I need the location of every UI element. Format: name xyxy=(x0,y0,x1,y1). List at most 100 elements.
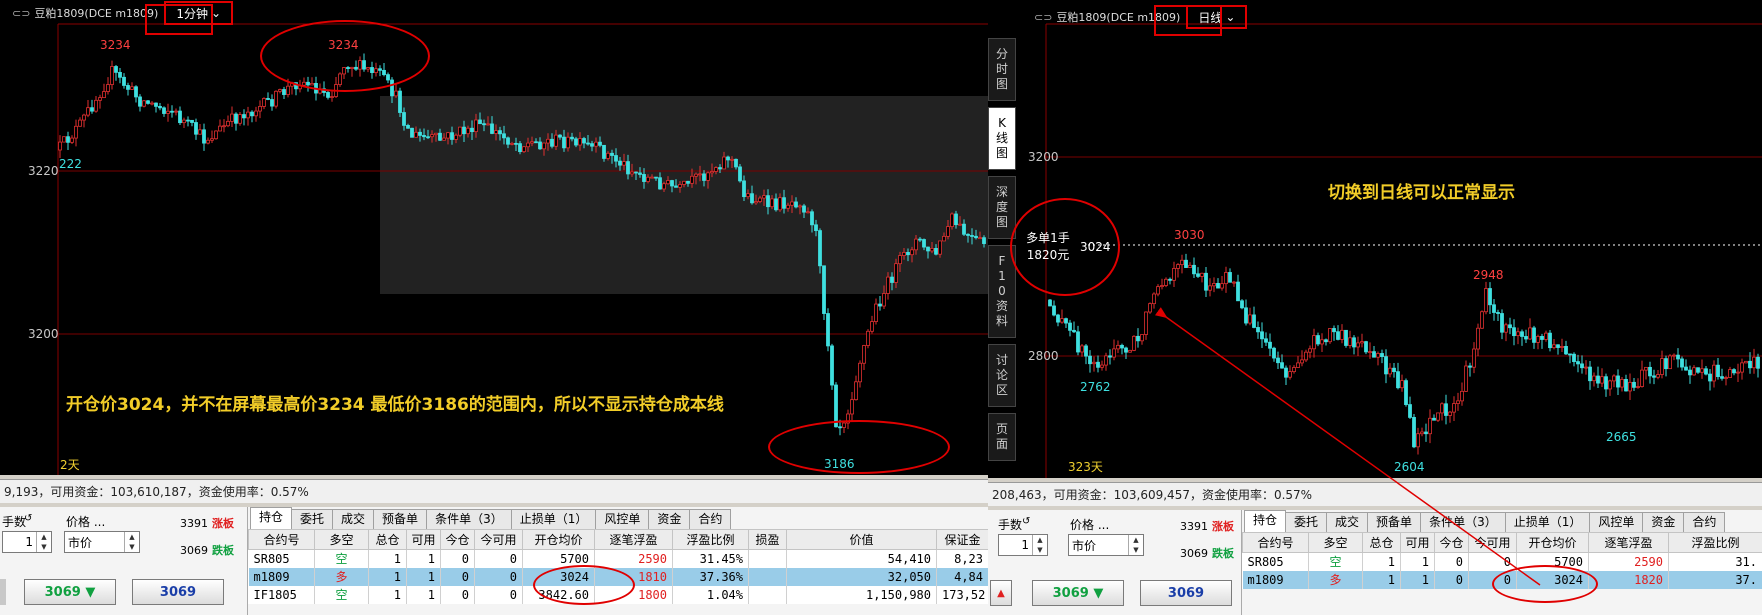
side-tab-0[interactable]: 分时图 xyxy=(988,38,1016,101)
buy-button[interactable]: 3069 xyxy=(132,579,224,605)
spin-arrows-icon[interactable]: ▲ ▼ xyxy=(1128,535,1143,555)
column-header[interactable]: 浮盈比例 xyxy=(672,529,749,550)
tab-8[interactable]: 合约 xyxy=(689,509,732,529)
tab-3[interactable]: 预备单 xyxy=(1367,512,1422,532)
column-header[interactable]: 总仓 xyxy=(1362,532,1401,553)
candle-body xyxy=(514,142,518,145)
candle-body xyxy=(342,67,346,75)
tab-4[interactable]: 条件单（3） xyxy=(1420,512,1506,532)
spin-arrows-icon[interactable]: ▲ ▼ xyxy=(124,532,139,552)
side-tab-2[interactable]: 深度图 xyxy=(988,176,1016,239)
column-header[interactable]: 今仓 xyxy=(1434,532,1469,553)
column-header[interactable]: 浮盈比例 xyxy=(1668,532,1762,553)
column-header[interactable]: 开仓均价 xyxy=(522,529,595,550)
candle-body xyxy=(218,125,222,132)
tab-8[interactable]: 合约 xyxy=(1683,512,1726,532)
qty-stepper[interactable]: 1 ▲ ▼ xyxy=(2,531,52,553)
tab-1[interactable]: 委托 xyxy=(1285,512,1328,532)
price-type-select[interactable]: 市价 ▲ ▼ xyxy=(1068,534,1144,556)
spin-arrows-icon[interactable]: ▲ ▼ xyxy=(1032,535,1047,555)
column-header[interactable]: 损盈 xyxy=(748,529,787,550)
table-row[interactable]: SR805 空 1 1 0 0 5700 2590 31.45% 54,410 8,23 xyxy=(248,549,988,568)
candle-body xyxy=(1124,347,1128,353)
tab-7[interactable]: 资金 xyxy=(648,509,691,529)
tab-6[interactable]: 风控单 xyxy=(595,509,650,529)
period-selector[interactable]: 日线 ⌄ xyxy=(1186,5,1248,29)
column-header[interactable]: 今仓 xyxy=(440,529,475,550)
column-header[interactable]: 价值 xyxy=(786,529,937,550)
table-cell: 37. xyxy=(1668,570,1762,589)
candle-body xyxy=(1060,318,1064,323)
side-tab-5[interactable]: 页面 xyxy=(988,413,1016,461)
tab-0[interactable]: 持仓 xyxy=(250,507,293,529)
candle-body xyxy=(494,130,498,134)
table-row[interactable]: SR805 空 1 1 0 0 5700 2590 31. xyxy=(1242,552,1762,571)
candle-body xyxy=(258,105,262,112)
buy-button[interactable]: 3069 xyxy=(1140,580,1232,606)
tab-1[interactable]: 委托 xyxy=(291,509,334,529)
candle-body xyxy=(298,84,302,90)
chain-icon[interactable]: ⊂⊃ xyxy=(1034,11,1052,24)
tab-0[interactable]: 持仓 xyxy=(1244,510,1287,532)
tab-7[interactable]: 资金 xyxy=(1642,512,1685,532)
candle-body xyxy=(890,276,894,283)
column-header[interactable]: 今可用 xyxy=(1468,532,1517,553)
period-selector[interactable]: 1分钟 ⌄ xyxy=(164,1,234,25)
column-header[interactable]: 逐笔浮盈 xyxy=(1588,532,1669,553)
left-kline-chart[interactable]: 3220 3200 ⊂⊃ 豆粕1809(DCE m1809) 1分钟 ⌄ 3234… xyxy=(0,0,988,475)
column-header[interactable]: 多空 xyxy=(1308,532,1363,553)
column-header[interactable]: 合约号 xyxy=(248,529,315,550)
daily-chart-note: 切换到日线可以正常显示 xyxy=(1328,183,1515,203)
tab-3[interactable]: 预备单 xyxy=(373,509,428,529)
column-header[interactable]: 开仓均价 xyxy=(1516,532,1589,553)
position-cost-price: 3024 xyxy=(1080,240,1111,254)
chain-icon[interactable]: ⊂⊃ xyxy=(12,7,30,20)
sell-button[interactable]: 3069 ▼ xyxy=(24,579,116,605)
column-header[interactable]: 可用 xyxy=(1400,532,1435,553)
tab-5[interactable]: 止损单（1） xyxy=(510,509,597,529)
right-kline-chart[interactable]: 3200 2800 ⊂⊃ 豆粕1809(DCE m1809) 日线 ⌄ 分时图 K线… xyxy=(988,0,1762,478)
tab-6[interactable]: 风控单 xyxy=(1589,512,1644,532)
candle-body xyxy=(1620,378,1624,388)
tab-2[interactable]: 成交 xyxy=(332,509,375,529)
candle-body xyxy=(1424,431,1428,435)
table-row[interactable]: IF1805 空 1 1 0 0 3842.60 1800 1.04% 1,150,980 173,… xyxy=(248,585,988,604)
side-tab-1[interactable]: K线图 xyxy=(988,107,1016,170)
column-header[interactable]: 合约号 xyxy=(1242,532,1309,553)
candle-body xyxy=(1520,331,1524,337)
candle-body xyxy=(1740,362,1744,373)
column-header[interactable]: 逐笔浮盈 xyxy=(594,529,673,550)
tab-5[interactable]: 止损单（1） xyxy=(1504,512,1591,532)
candle-body xyxy=(550,138,554,147)
table-row[interactable]: m1809 多 1 1 0 0 3024 1820 37. xyxy=(1242,570,1762,589)
price-type-select[interactable]: 市价 ▲ ▼ xyxy=(64,531,140,553)
spin-arrows-icon[interactable]: ▲ ▼ xyxy=(36,532,51,552)
column-header[interactable]: 总仓 xyxy=(368,529,407,550)
candle-body xyxy=(662,183,666,190)
qty-reset-icon[interactable]: ↺ xyxy=(1022,516,1030,527)
candle-body xyxy=(1324,339,1328,343)
candle-body xyxy=(1688,369,1692,376)
chevron-down-icon: ⌄ xyxy=(1225,10,1236,24)
candle-body xyxy=(834,384,838,428)
side-tab-3[interactable]: F10资料 xyxy=(988,245,1016,338)
table-row[interactable]: m1809 多 1 1 0 0 3024 1810 37.36% 32,050 4,84 xyxy=(248,567,988,586)
column-header[interactable]: 多空 xyxy=(314,529,369,550)
candle-body xyxy=(638,172,642,175)
qty-stepper[interactable]: 1 ▲ ▼ xyxy=(998,534,1048,556)
tab-4[interactable]: 条件单（3） xyxy=(426,509,512,529)
column-header[interactable]: 今可用 xyxy=(474,529,523,550)
tab-2[interactable]: 成交 xyxy=(1326,512,1369,532)
candle-body xyxy=(142,100,146,107)
sell-button[interactable]: 3069 ▼ xyxy=(1032,580,1124,606)
candle-body xyxy=(1268,341,1272,349)
candle-body xyxy=(962,223,966,235)
sell-arrow-icon[interactable]: ▲ xyxy=(990,580,1012,606)
candle-body xyxy=(334,84,338,97)
candle-body xyxy=(1196,273,1200,277)
column-header[interactable]: 可用 xyxy=(406,529,441,550)
table-cell: 1,150,980 xyxy=(786,585,937,604)
qty-reset-icon[interactable]: ↺ xyxy=(24,513,32,524)
column-header[interactable]: 保证金 xyxy=(936,529,988,550)
side-tab-4[interactable]: 讨论区 xyxy=(988,344,1016,407)
